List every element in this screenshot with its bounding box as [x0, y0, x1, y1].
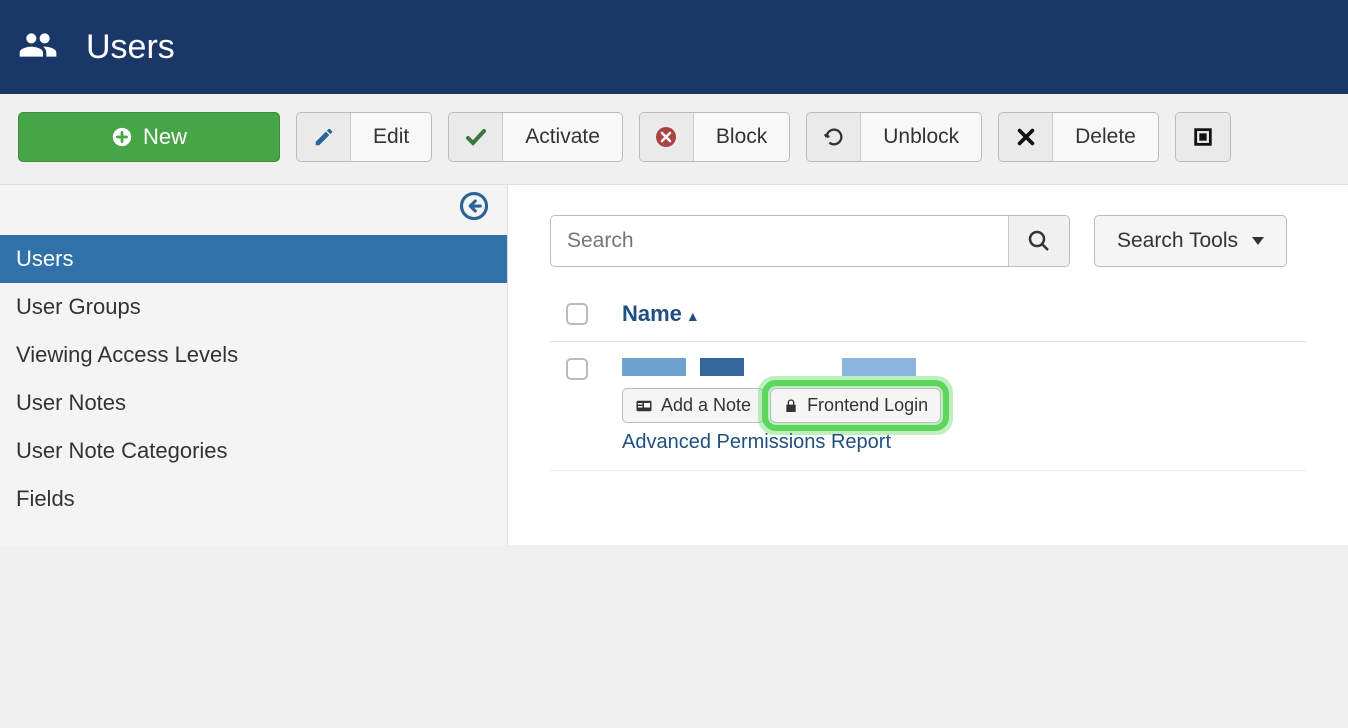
- frontend-login-button[interactable]: Frontend Login: [770, 388, 941, 423]
- sidebar-item-fields[interactable]: Fields: [0, 475, 507, 523]
- users-icon: [18, 25, 58, 70]
- advanced-permissions-link[interactable]: Advanced Permissions Report: [622, 431, 1306, 454]
- delete-icon: [999, 113, 1053, 161]
- row-checkbox[interactable]: [566, 358, 588, 380]
- page-title: Users: [86, 28, 175, 67]
- redacted-name: [622, 358, 916, 376]
- new-button[interactable]: New: [18, 112, 280, 162]
- page-header: Users: [0, 0, 1348, 94]
- table-header: Name▲: [550, 291, 1306, 342]
- collapse-sidebar-button[interactable]: [459, 191, 489, 226]
- search-button[interactable]: [1008, 216, 1069, 266]
- table-row: Add a Note Frontend Login Advanced Permi…: [550, 342, 1306, 471]
- select-all-checkbox[interactable]: [566, 303, 588, 325]
- batch-icon: [1176, 113, 1230, 161]
- sidebar-item-viewing-access-levels[interactable]: Viewing Access Levels: [0, 331, 507, 379]
- sidebar-item-user-groups[interactable]: User Groups: [0, 283, 507, 331]
- add-note-button[interactable]: Add a Note: [622, 388, 764, 423]
- search-group: [550, 215, 1070, 267]
- sidebar-item-users[interactable]: Users: [0, 235, 507, 283]
- edit-button[interactable]: Edit: [296, 112, 432, 162]
- chevron-down-icon: [1252, 237, 1264, 245]
- note-icon: [635, 397, 653, 415]
- lock-icon: [783, 398, 799, 414]
- unblock-button[interactable]: Unblock: [806, 112, 982, 162]
- edit-icon: [297, 113, 351, 161]
- sidebar-item-user-notes[interactable]: User Notes: [0, 379, 507, 427]
- unblock-icon: [807, 113, 861, 161]
- delete-button[interactable]: Delete: [998, 112, 1159, 162]
- activate-button[interactable]: Activate: [448, 112, 623, 162]
- search-input[interactable]: [551, 216, 1008, 266]
- sidebar-item-user-note-categories[interactable]: User Note Categories: [0, 427, 507, 475]
- search-tools-button[interactable]: Search Tools: [1094, 215, 1287, 267]
- toolbar: New Edit Activate Block Unblock Delete: [0, 94, 1348, 185]
- column-header-name[interactable]: Name▲: [622, 301, 700, 327]
- sort-asc-icon: ▲: [686, 308, 700, 324]
- main-content: Search Tools Name▲: [508, 185, 1348, 545]
- sidebar: Users User Groups Viewing Access Levels …: [0, 185, 508, 545]
- block-icon: [640, 113, 694, 161]
- block-button[interactable]: Block: [639, 112, 790, 162]
- batch-button[interactable]: [1175, 112, 1231, 162]
- check-icon: [449, 113, 503, 161]
